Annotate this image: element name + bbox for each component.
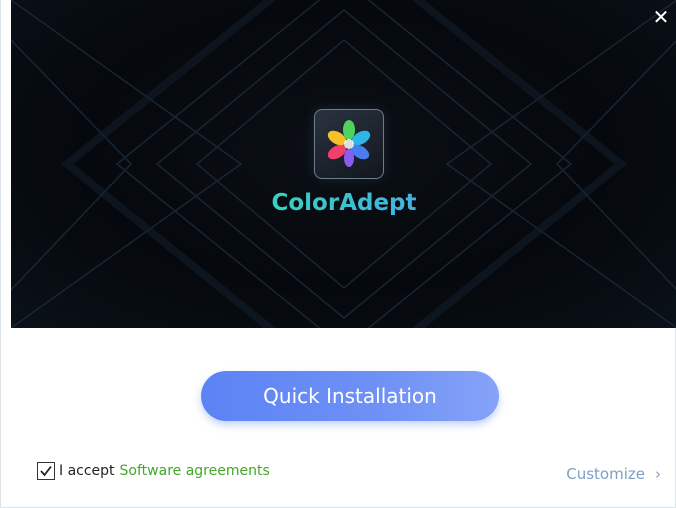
software-agreements-link[interactable]: Software agreements — [120, 463, 270, 479]
accept-label: I accept — [59, 463, 115, 479]
color-petals-icon — [327, 120, 371, 167]
app-logo — [314, 109, 384, 179]
close-icon: ✕ — [652, 7, 670, 29]
agreement-row: I accept Software agreements — [37, 462, 270, 480]
accept-checkbox[interactable] — [37, 462, 55, 480]
quick-installation-button[interactable]: Quick Installation — [201, 371, 499, 421]
app-name: ColorAdept — [11, 190, 676, 216]
hero-banner: ✕ ColorAdept — [11, 0, 676, 328]
checkmark-icon — [40, 465, 52, 477]
close-button[interactable]: ✕ — [651, 8, 671, 28]
installer-window: ✕ ColorAdept Quick Installation I accept… — [0, 0, 676, 508]
customize-button[interactable]: Customize › — [566, 465, 661, 483]
customize-label: Customize — [566, 465, 645, 483]
chevron-right-icon: › — [655, 465, 661, 483]
